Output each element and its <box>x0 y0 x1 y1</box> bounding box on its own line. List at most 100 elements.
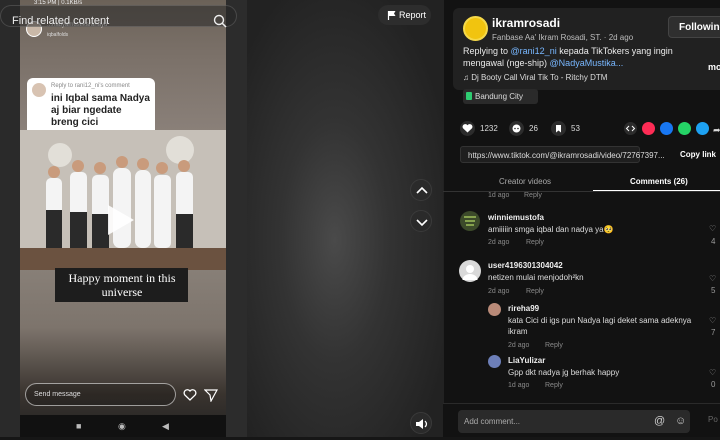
report-label: Report <box>399 10 427 20</box>
bookmark-icon[interactable] <box>551 121 566 136</box>
play-icon[interactable] <box>108 205 134 235</box>
phone-navbar: ■ ◉ ◀ <box>20 415 226 437</box>
mention-icon[interactable]: @ <box>654 415 665 427</box>
side-strip-right <box>225 0 247 437</box>
comment-avatar[interactable] <box>488 355 501 368</box>
comment-like-count: 5 <box>711 286 716 295</box>
music-icon: ♫ <box>463 73 472 82</box>
comment-like-count: 7 <box>711 328 716 337</box>
like-count: 1232 <box>480 124 498 133</box>
save-count: 53 <box>571 124 580 133</box>
embed-icon[interactable] <box>624 122 637 135</box>
comment-count: 26 <box>529 124 538 133</box>
send-message-placeholder: Send message <box>34 391 81 398</box>
mention-link-2[interactable]: @NadyaMustika... <box>550 58 624 68</box>
reply-button[interactable]: Reply <box>526 288 544 295</box>
comment-like-icon[interactable]: ♡ <box>709 224 716 233</box>
comment-username[interactable]: user4196301304042 <box>488 261 563 270</box>
comment-text: Gpp dkt nadya jg berhak happy <box>508 368 620 377</box>
caption-text: Happy moment in this universe <box>68 271 176 299</box>
search-placeholder: Find related content <box>12 15 110 27</box>
whatsapp-icon[interactable] <box>678 122 691 135</box>
comment-avatar[interactable] <box>488 303 501 316</box>
comment-username[interactable]: LiaYulizar <box>508 356 545 365</box>
search-icon[interactable] <box>213 14 227 28</box>
video-photo <box>20 130 226 270</box>
previous-video-button[interactable] <box>410 179 432 201</box>
post-button[interactable]: Po <box>708 415 718 424</box>
reply-button[interactable]: Reply <box>526 239 544 246</box>
comment-like-icon[interactable]: ♡ <box>709 316 716 325</box>
tab-comments[interactable]: Comments (26) <box>630 177 688 186</box>
comment-date: 1d ago <box>508 382 530 389</box>
desc-prefix: Replying to <box>463 46 511 56</box>
comment-like-count: 0 <box>711 380 716 389</box>
home-icon: ◉ <box>118 421 126 431</box>
send-to-friends-icon[interactable] <box>642 122 655 135</box>
back-icon: ◀ <box>162 421 169 431</box>
reply-avatar <box>32 83 46 97</box>
flag-icon <box>387 10 397 20</box>
video-link: https://www.tiktok.com/@ikramrosadi/vide… <box>468 151 665 160</box>
comment-text: netizen mulai menjodoh²kn <box>488 273 584 282</box>
copy-link-button[interactable]: Copy link <box>680 150 716 159</box>
facebook-icon[interactable] <box>660 122 673 135</box>
location-icon <box>466 92 472 100</box>
report-button[interactable]: Report <box>378 5 431 25</box>
mention-link[interactable]: @rani12_ni <box>511 46 557 56</box>
recent-apps-icon: ■ <box>76 421 82 431</box>
comment-username[interactable]: winniemustofa <box>488 213 544 222</box>
comment-like-count: 4 <box>711 237 716 246</box>
reply-text: ini Iqbal sama Nadya aj biar ngedate bre… <box>51 93 150 128</box>
more-share-icon[interactable]: ➦ <box>713 125 720 136</box>
side-strip-left <box>0 0 20 437</box>
comment-date: 2d ago <box>508 342 530 349</box>
volume-button[interactable] <box>410 412 432 434</box>
send-icon[interactable] <box>203 388 219 403</box>
tab-creator-videos[interactable]: Creator videos <box>499 177 551 186</box>
following-label: Following <box>679 22 720 33</box>
comment-like-icon[interactable]: ♡ <box>709 368 716 377</box>
comment-date: 1d ago <box>488 192 510 199</box>
more-link[interactable]: more <box>708 62 720 72</box>
comment-username[interactable]: rireha99 <box>508 304 539 313</box>
following-button[interactable]: Following <box>668 16 720 38</box>
add-comment-placeholder: Add comment... <box>464 417 521 426</box>
reply-button[interactable]: Reply <box>545 382 563 389</box>
next-video-button[interactable] <box>410 210 432 232</box>
twitter-icon[interactable] <box>696 122 709 135</box>
comment-text: amiiiiin smga iqbal dan nadya ya🥺 <box>488 225 614 234</box>
comment-date: 2d ago <box>488 239 510 246</box>
search-input[interactable]: Find related content <box>0 5 237 28</box>
location-chip[interactable]: Bandung City <box>463 89 538 104</box>
story-music-tag: iqbalfolds <box>47 32 69 38</box>
author-avatar[interactable] <box>463 16 488 41</box>
comment-date: 2d ago <box>488 288 510 295</box>
comment-icon[interactable] <box>509 121 524 136</box>
heart-icon[interactable] <box>183 388 197 402</box>
author-name[interactable]: ikramrosadi <box>492 16 560 30</box>
reply-button[interactable]: Reply <box>524 192 542 199</box>
add-comment-input[interactable]: Add comment... @ ☺ <box>458 410 690 433</box>
comment-avatar[interactable] <box>460 211 480 231</box>
reply-comment-card: Reply to rani12_ni's comment ini Iqbal s… <box>27 78 155 138</box>
video-caption: Happy moment in this universe <box>55 268 188 302</box>
tab-divider <box>443 191 720 192</box>
comment-like-icon[interactable]: ♡ <box>709 274 716 283</box>
music-title: Dj Booty Call Viral Tik To - Ritchy DTM <box>471 73 608 82</box>
panel-tabs: Creator videos Comments (26) <box>443 172 720 192</box>
reply-button[interactable]: Reply <box>545 342 563 349</box>
author-subtitle: Fanbase Aa' Ikram Rosadi, ST. · 2d ago <box>492 33 634 42</box>
comment-avatar[interactable] <box>459 260 481 282</box>
music-info[interactable]: ♫ Dj Booty Call Viral Tik To - Ritchy DT… <box>463 73 607 82</box>
comment-text: kata Cici di igs pun Nadya lagi deket sa… <box>508 316 692 336</box>
tab-active-indicator <box>593 190 720 191</box>
video-link-box[interactable]: https://www.tiktok.com/@ikramrosadi/vide… <box>460 146 665 163</box>
location-label: Bandung City <box>475 92 524 101</box>
like-icon[interactable] <box>460 121 475 136</box>
reply-header: Reply to rani12_ni's comment <box>51 83 130 89</box>
comment-input-bar: Add comment... @ ☺ Po <box>443 403 720 437</box>
send-message-input[interactable]: Send message <box>25 383 176 406</box>
emoji-icon[interactable]: ☺ <box>675 415 686 427</box>
author-card: ikramrosadi Fanbase Aa' Ikram Rosadi, ST… <box>453 8 720 104</box>
